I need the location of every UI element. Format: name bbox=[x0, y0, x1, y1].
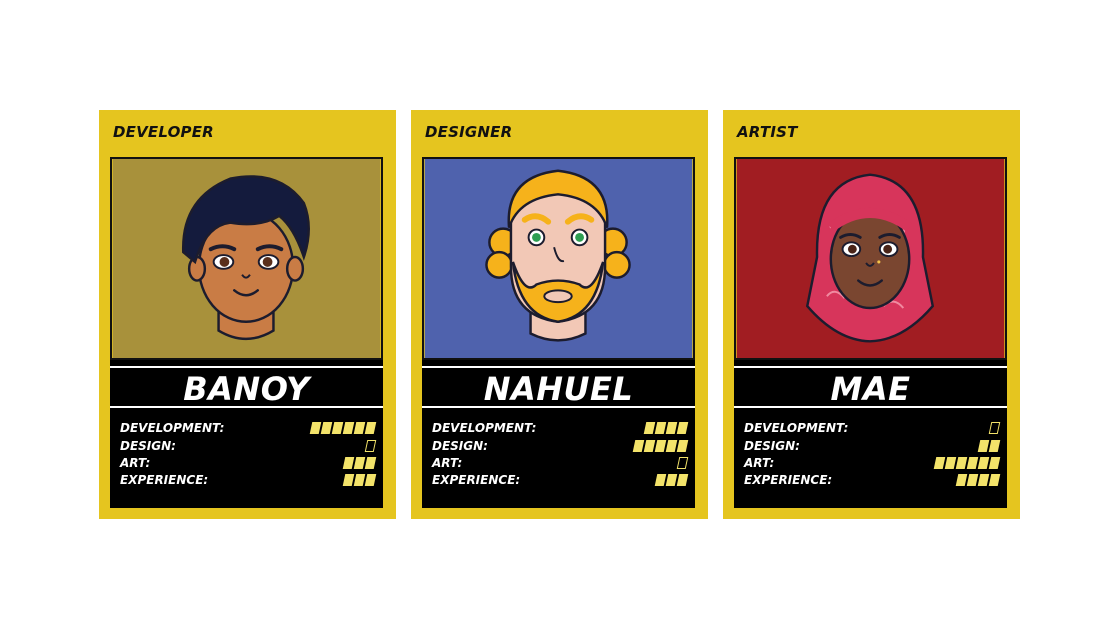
stat-pip bbox=[988, 474, 1001, 486]
stat-pips bbox=[342, 474, 377, 487]
character-card-nahuel[interactable]: DESIGNER NAHUEL DEVELOPMENT: DESIGN: ART… bbox=[411, 110, 708, 519]
stat-pip bbox=[665, 474, 678, 486]
stat-pip bbox=[977, 440, 990, 452]
stat-experience: EXPERIENCE: bbox=[432, 473, 689, 489]
stat-pips bbox=[364, 440, 377, 453]
stat-pips bbox=[676, 457, 689, 470]
stat-pip bbox=[665, 422, 678, 434]
stat-pip bbox=[654, 440, 667, 452]
name-bar: BANOY bbox=[110, 360, 383, 408]
stat-label: ART: bbox=[120, 456, 151, 470]
stat-pip bbox=[665, 440, 678, 452]
stat-pip bbox=[966, 457, 979, 469]
stat-art: ART: bbox=[120, 456, 377, 472]
card-role: DESIGNER bbox=[425, 123, 513, 141]
stat-pips bbox=[643, 422, 689, 435]
name-bar: MAE bbox=[734, 360, 1007, 408]
stat-pip bbox=[364, 422, 377, 434]
stat-pips bbox=[342, 457, 377, 470]
stat-pip bbox=[966, 474, 979, 486]
stat-pip bbox=[955, 474, 968, 486]
stat-pip bbox=[676, 422, 689, 434]
stat-pip bbox=[977, 457, 990, 469]
stat-art: ART: bbox=[744, 456, 1001, 472]
stat-pip bbox=[353, 422, 366, 434]
stat-design: DESIGN: bbox=[120, 439, 377, 455]
stat-experience: EXPERIENCE: bbox=[744, 473, 1001, 489]
stat-label: DESIGN: bbox=[120, 439, 176, 453]
stat-pip bbox=[643, 440, 656, 452]
stat-label: DESIGN: bbox=[432, 439, 488, 453]
stat-pip bbox=[643, 422, 656, 434]
character-card-mae[interactable]: ARTIST MAE DEVELOPMENT: DESIGN: ART: EXP… bbox=[723, 110, 1020, 519]
stats-panel: DEVELOPMENT: DESIGN: ART: EXPERIENCE: bbox=[734, 408, 1007, 508]
stat-pip bbox=[342, 474, 355, 486]
stat-pip-empty bbox=[988, 422, 1001, 434]
stat-pip bbox=[364, 457, 377, 469]
avatar-banoy-illustration bbox=[112, 159, 381, 358]
stat-label: ART: bbox=[432, 456, 463, 470]
portrait-mae bbox=[734, 157, 1007, 360]
stats-panel: DEVELOPMENT: DESIGN: ART: EXPERIENCE: bbox=[110, 408, 383, 508]
avatar-mae-illustration bbox=[736, 159, 1005, 358]
stat-pip bbox=[632, 440, 645, 452]
stat-experience: EXPERIENCE: bbox=[120, 473, 377, 489]
stat-art: ART: bbox=[432, 456, 689, 472]
stat-label: EXPERIENCE: bbox=[744, 473, 833, 487]
stat-pips bbox=[955, 474, 1001, 487]
stat-label: ART: bbox=[744, 456, 775, 470]
character-card-banoy[interactable]: DEVELOPER BANOY DEVELOPMENT: DESIGN: ART… bbox=[99, 110, 396, 519]
stat-pip bbox=[654, 422, 667, 434]
stat-label: DEVELOPMENT: bbox=[432, 421, 537, 435]
portrait-nahuel bbox=[422, 157, 695, 360]
stat-pip bbox=[676, 440, 689, 452]
card-role: DEVELOPER bbox=[113, 123, 214, 141]
stat-pip bbox=[342, 457, 355, 469]
stat-pip bbox=[331, 422, 344, 434]
portrait-banoy bbox=[110, 157, 383, 360]
stat-label: DEVELOPMENT: bbox=[744, 421, 849, 435]
stat-pip bbox=[988, 440, 1001, 452]
stat-pip bbox=[955, 457, 968, 469]
stat-pip bbox=[676, 474, 689, 486]
stat-pip bbox=[988, 457, 1001, 469]
card-role: ARTIST bbox=[737, 123, 798, 141]
avatar-nahuel-illustration bbox=[424, 159, 693, 358]
stat-pip bbox=[944, 457, 957, 469]
stat-pip-empty bbox=[364, 440, 377, 452]
name-bar: NAHUEL bbox=[422, 360, 695, 408]
stats-panel: DEVELOPMENT: DESIGN: ART: EXPERIENCE: bbox=[422, 408, 695, 508]
stat-pip bbox=[933, 457, 946, 469]
stat-design: DESIGN: bbox=[432, 439, 689, 455]
stat-label: DESIGN: bbox=[744, 439, 800, 453]
stat-pip bbox=[320, 422, 333, 434]
stat-pips bbox=[309, 422, 377, 435]
stat-pip-empty bbox=[676, 457, 689, 469]
stat-pip bbox=[353, 474, 366, 486]
stat-pip bbox=[309, 422, 322, 434]
stat-development: DEVELOPMENT: bbox=[744, 421, 1001, 437]
stat-pip bbox=[977, 474, 990, 486]
stat-pip bbox=[342, 422, 355, 434]
stat-pip bbox=[364, 474, 377, 486]
stat-pips bbox=[988, 422, 1001, 435]
stat-label: EXPERIENCE: bbox=[120, 473, 209, 487]
character-name: BANOY bbox=[183, 370, 310, 408]
stat-pips bbox=[977, 440, 1001, 453]
stat-pip bbox=[353, 457, 366, 469]
character-name: MAE bbox=[830, 370, 911, 408]
stat-label: EXPERIENCE: bbox=[432, 473, 521, 487]
stat-label: DEVELOPMENT: bbox=[120, 421, 225, 435]
character-name: NAHUEL bbox=[483, 370, 634, 408]
stat-development: DEVELOPMENT: bbox=[120, 421, 377, 437]
stat-pip bbox=[654, 474, 667, 486]
stat-development: DEVELOPMENT: bbox=[432, 421, 689, 437]
stat-pips bbox=[654, 474, 689, 487]
stat-design: DESIGN: bbox=[744, 439, 1001, 455]
stat-pips bbox=[933, 457, 1001, 470]
stat-pips bbox=[632, 440, 689, 453]
